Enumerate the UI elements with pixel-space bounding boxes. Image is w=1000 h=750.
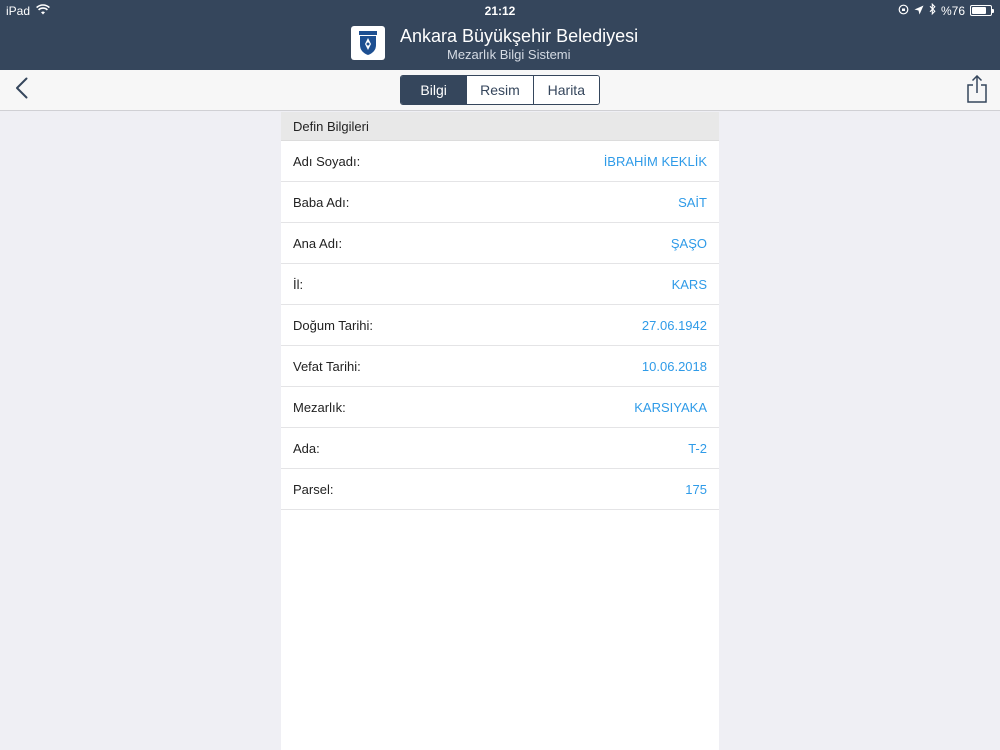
row-label: Parsel: [293,481,334,497]
row-value: T-2 [688,440,707,456]
section-header: Defin Bilgileri [281,112,719,141]
row-label: Ana Adı: [293,235,343,251]
info-row-province: İl: KARS [281,264,719,305]
row-value: SAİT [678,194,707,210]
row-value: 10.06.2018 [641,358,707,374]
top-bar: iPad 21:12 %76 Ankara Büyükşehir Belediy… [0,0,1000,70]
row-label: İl: [293,276,304,292]
row-label: Vefat Tarihi: [293,358,361,374]
location-icon [914,4,924,18]
info-row-father-name: Baba Adı: SAİT [281,182,719,223]
battery-percent: %76 [940,3,965,18]
status-time: 21:12 [484,4,516,18]
tab-resim[interactable]: Resim [467,76,534,104]
row-value: ŞAŞO [670,235,707,251]
info-row-block: Ada: T-2 [281,428,719,469]
row-value: 175 [685,481,707,497]
burial-info-panel: Defin Bilgileri Adı Soyadı: İBRAHİM KEKL… [281,112,719,750]
info-row-parcel: Parsel: 175 [281,469,719,510]
info-row-death-date: Vefat Tarihi: 10.06.2018 [281,346,719,387]
row-value: KARSIYAKA [634,399,707,415]
bluetooth-icon [929,2,936,18]
row-value: KARS [671,276,707,292]
info-row-cemetery: Mezarlık: KARSIYAKA [281,387,719,428]
info-row-mother-name: Ana Adı: ŞAŞO [281,223,719,264]
info-row-name: Adı Soyadı: İBRAHİM KEKLİK [281,141,719,182]
municipality-logo [351,26,385,60]
row-value: İBRAHİM KEKLİK [603,153,707,169]
tab-segmented-control: Bilgi Resim Harita [400,75,600,105]
navigation-bar: Bilgi Resim Harita [0,70,1000,111]
share-button[interactable] [964,74,990,108]
share-icon [966,74,988,108]
orientation-lock-icon [898,4,909,18]
battery-icon [970,5,994,16]
status-right: %76 [898,2,994,18]
info-row-birth-date: Doğum Tarihi: 27.06.1942 [281,305,719,346]
back-button[interactable] [10,77,34,103]
chevron-left-icon [15,77,29,104]
battery-fill [972,7,986,14]
row-label: Adı Soyadı: [293,153,361,169]
app-title: Ankara Büyükşehir Belediyesi [400,26,639,46]
app-subtitle: Mezarlık Bilgi Sistemi [447,47,571,62]
row-label: Doğum Tarihi: [293,317,373,333]
row-label: Mezarlık: [293,399,346,415]
tab-bilgi[interactable]: Bilgi [401,76,468,104]
row-label: Ada: [293,440,320,456]
row-label: Baba Adı: [293,194,350,210]
row-value: 27.06.1942 [641,317,707,333]
status-bar: iPad 21:12 %76 [0,0,1000,22]
tab-harita[interactable]: Harita [533,76,599,104]
